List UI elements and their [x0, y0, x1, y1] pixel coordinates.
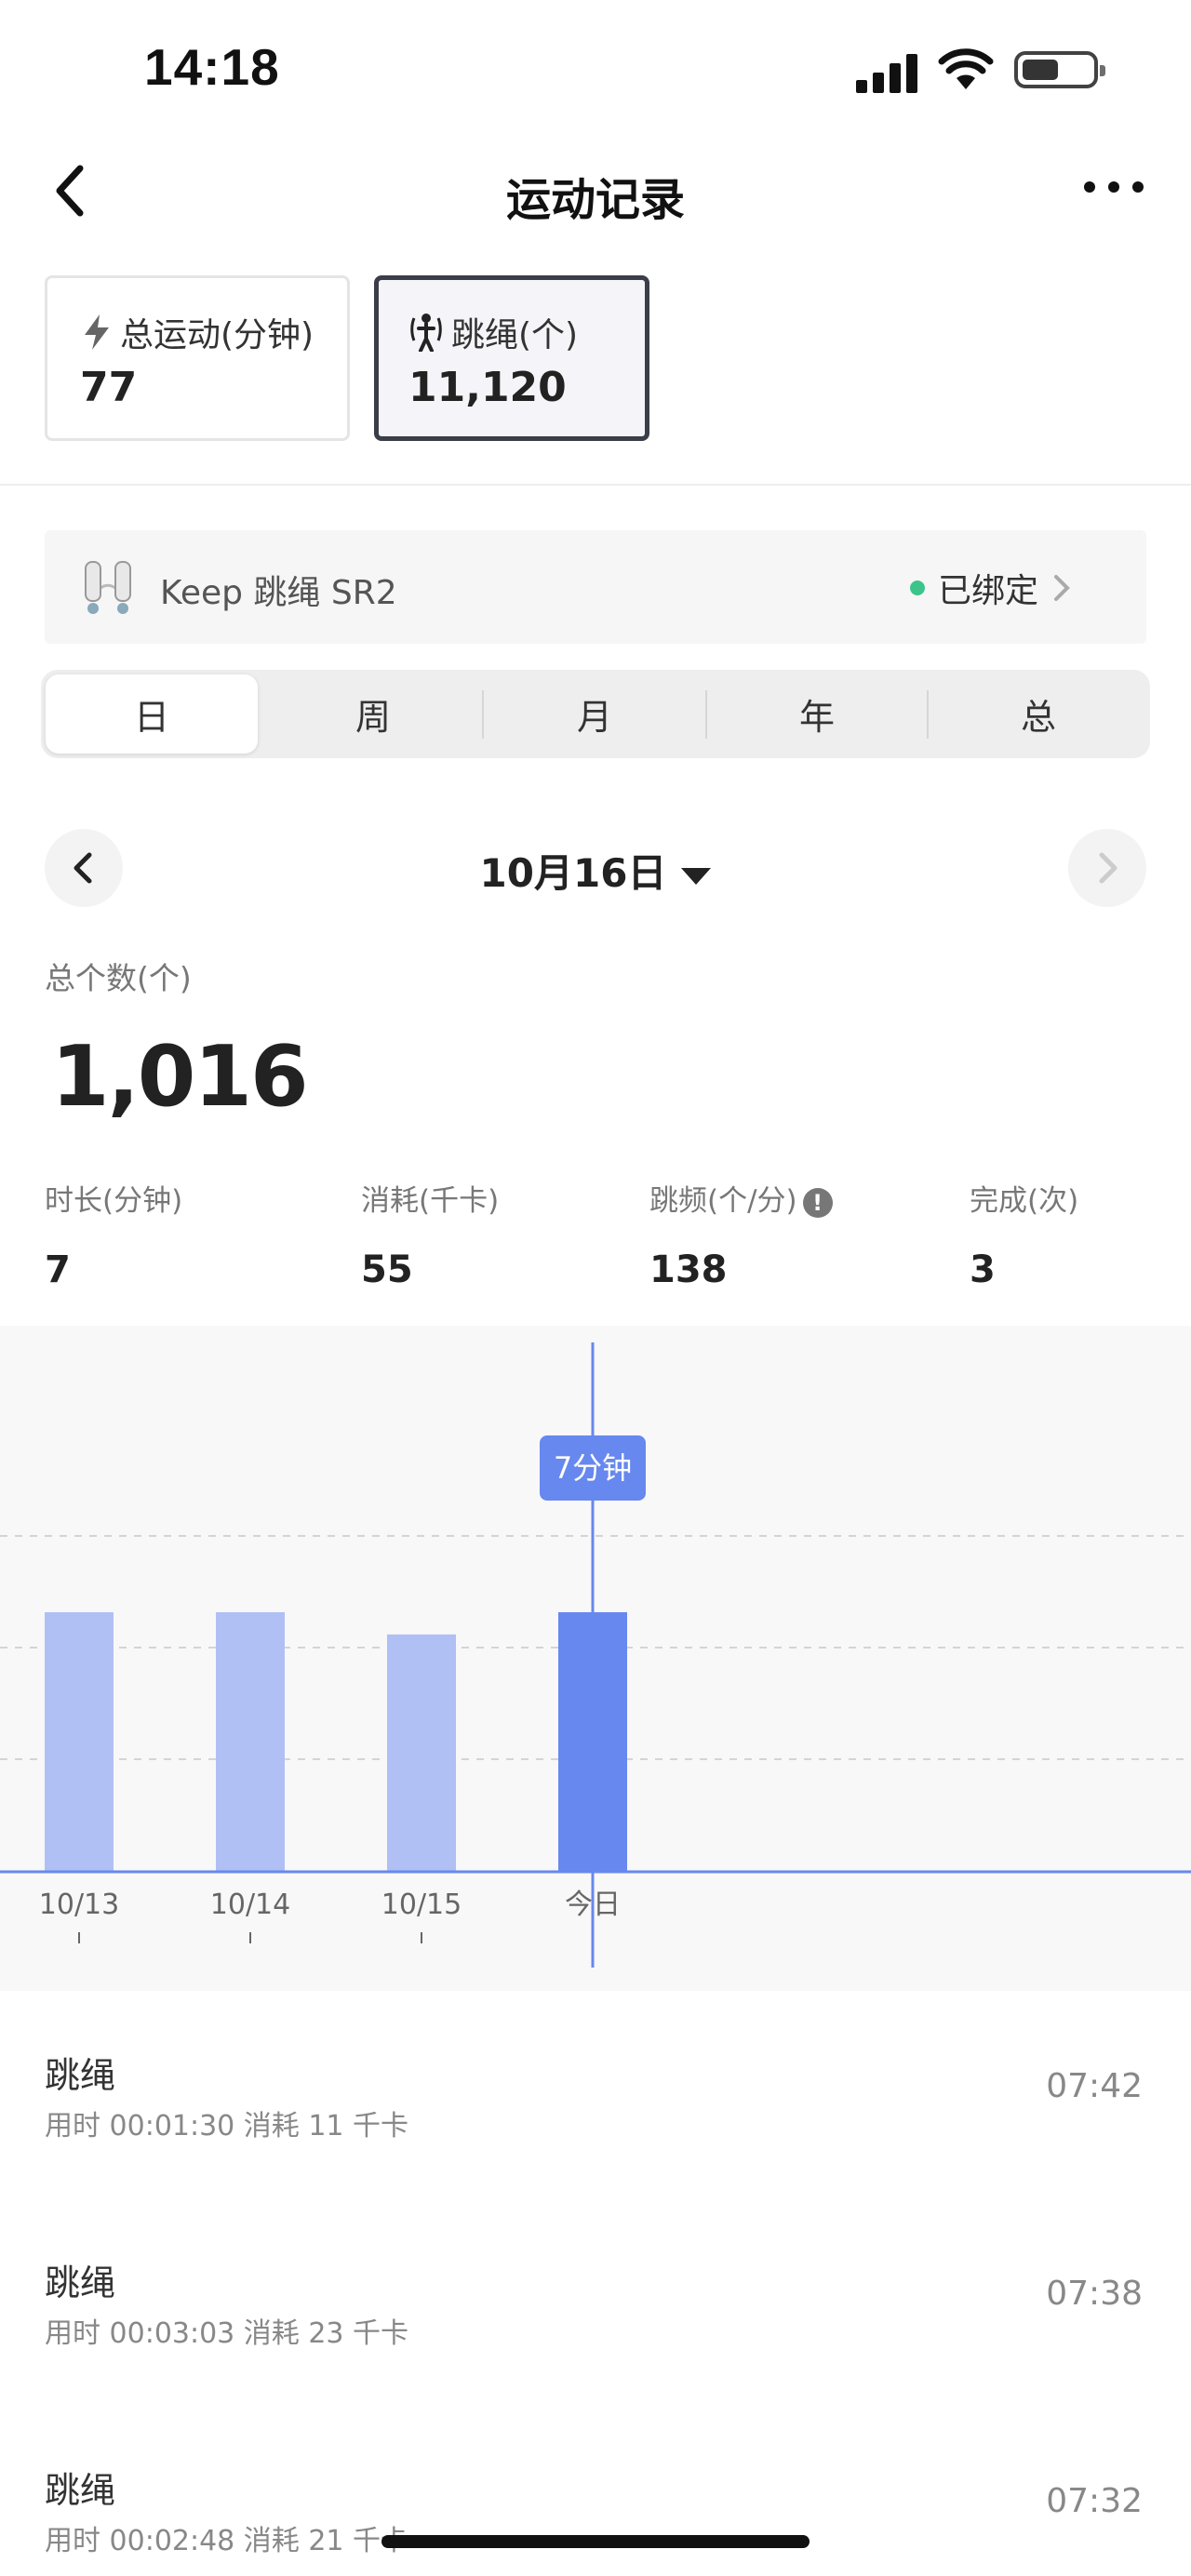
more-button[interactable] — [1084, 181, 1149, 200]
record-time: 07:32 — [1046, 2482, 1143, 2520]
stat-label: 跳频(个/分) — [649, 1184, 797, 1218]
record-title: 跳绳 — [45, 2470, 116, 2511]
battery-icon — [1014, 51, 1105, 88]
bar-chart[interactable]: 10/13 10/14 10/15 今日7分钟 — [0, 1326, 1191, 1991]
summary-card-value: 77 — [80, 364, 138, 411]
next-date-button[interactable] — [1068, 829, 1146, 907]
stat-frequency: 跳频(个/分)! 138 — [649, 1177, 833, 1291]
page-title: 运动记录 — [505, 174, 685, 226]
section-divider — [0, 484, 1191, 486]
caret-down-icon — [681, 867, 712, 885]
record-item[interactable]: 跳绳用时 00:01:30 消耗 11 千卡 07:42 — [0, 2047, 1191, 2233]
stat-value: 7 — [45, 1248, 71, 1291]
summary-card-value: 11,120 — [408, 364, 567, 411]
chevron-right-icon — [1099, 852, 1117, 884]
device-row[interactable]: Keep 跳绳 SR2 已绑定 — [45, 530, 1146, 644]
chart-bar — [45, 1612, 114, 1872]
jump-rope-icon — [410, 314, 442, 352]
tab-week[interactable]: 周 — [262, 670, 484, 758]
total-count-value: 1,016 — [51, 1028, 309, 1126]
status-dot — [909, 581, 925, 595]
info-icon[interactable]: ! — [802, 1187, 833, 1218]
record-meta: 用时 00:03:03 消耗 23 千卡 — [45, 2317, 409, 2350]
stat-completed: 完成(次) 3 — [970, 1177, 1078, 1291]
tab-total[interactable]: 总 — [928, 670, 1149, 758]
tab-day[interactable]: 日 — [46, 674, 258, 754]
chart-bar — [387, 1634, 456, 1872]
stat-label: 时长(分钟) — [45, 1184, 183, 1218]
record-meta: 用时 00:01:30 消耗 11 千卡 — [45, 2110, 409, 2142]
stat-label: 完成(次) — [970, 1184, 1079, 1218]
lightning-icon — [85, 314, 109, 350]
record-time: 07:42 — [1046, 2067, 1143, 2105]
stat-calories: 消耗(千卡) 55 — [361, 1177, 499, 1291]
summary-card-label: 总运动(分钟) — [120, 316, 314, 354]
chart-area: 10/13 10/14 10/15 今日 7分钟 — [0, 1326, 1191, 1991]
date-selector[interactable]: 10月16日 — [0, 842, 1191, 899]
chart-bar — [216, 1612, 285, 1872]
device-name: Keep 跳绳 SR2 — [160, 574, 397, 612]
record-item[interactable]: 跳绳用时 00:03:03 消耗 23 千卡 07:38 — [0, 2254, 1191, 2440]
date-label: 10月16日 — [479, 850, 667, 896]
stat-label: 消耗(千卡) — [361, 1184, 500, 1218]
tab-year[interactable]: 年 — [706, 670, 928, 758]
stat-value: 3 — [970, 1248, 996, 1291]
period-tabs: 日 周 月 年 总 — [41, 670, 1150, 758]
signal-icon — [856, 51, 921, 93]
x-tick-label: 10/15 — [381, 1889, 462, 1921]
wifi-icon — [938, 47, 994, 93]
home-indicator — [381, 2535, 810, 2548]
jump-rope-device-icon — [85, 561, 131, 614]
summary-card-label: 跳绳(个) — [451, 316, 579, 354]
record-time: 07:38 — [1046, 2275, 1143, 2313]
x-tick-label: 10/13 — [39, 1889, 119, 1921]
tab-month[interactable]: 月 — [484, 670, 705, 758]
stat-value: 138 — [649, 1248, 728, 1291]
device-status: 已绑定 — [937, 572, 1038, 610]
record-title: 跳绳 — [45, 2055, 116, 2096]
status-time: 14:18 — [144, 38, 280, 96]
record-item[interactable]: 跳绳用时 00:02:48 消耗 21 千卡 07:32 — [0, 2462, 1191, 2576]
x-tick-label: 10/14 — [210, 1889, 290, 1921]
stat-value: 55 — [361, 1248, 413, 1291]
record-title: 跳绳 — [45, 2262, 116, 2303]
summary-card-total[interactable]: 总运动(分钟) 77 — [45, 275, 350, 441]
total-count-label: 总个数(个) — [45, 960, 192, 996]
record-meta: 用时 00:02:48 消耗 21 千卡 — [45, 2525, 409, 2557]
summary-card-jump-rope[interactable]: 跳绳(个) 11,120 — [374, 275, 649, 441]
stat-duration: 时长(分钟) 7 — [45, 1177, 182, 1291]
chevron-right-icon — [1054, 575, 1070, 601]
tooltip-label: 7分钟 — [554, 1450, 632, 1486]
